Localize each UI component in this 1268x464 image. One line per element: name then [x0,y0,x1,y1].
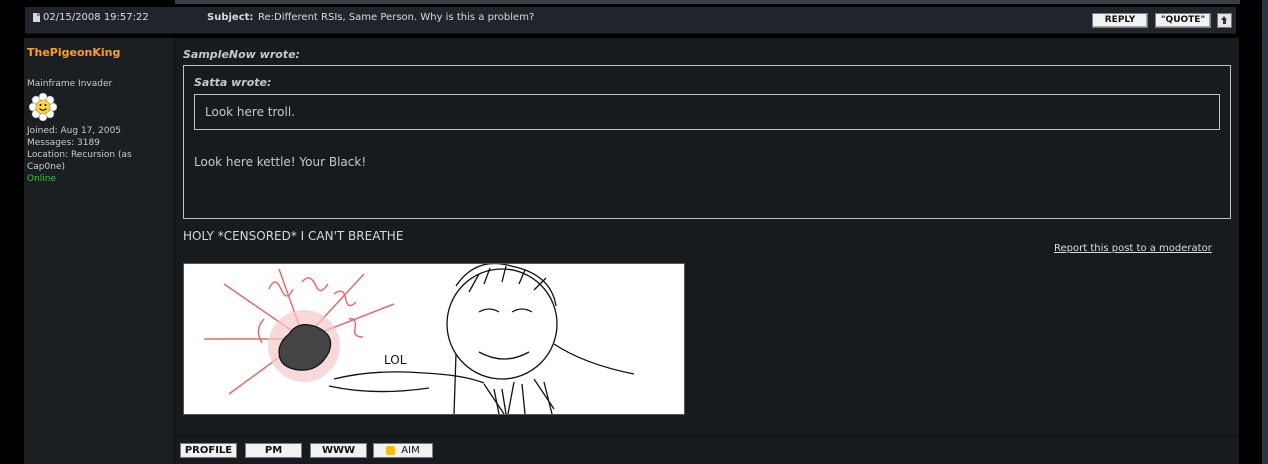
quote-button[interactable]: "QUOTE" [1155,13,1211,28]
post-content: SampleNow wrote: Satta wrote: Look here … [175,38,1239,435]
outer-quote-author: SampleNow wrote: [183,48,300,61]
aim-running-man-icon [386,445,396,455]
online-status: Online [27,174,57,184]
avatar [28,92,58,122]
inner-quote-text: Look here troll. [205,105,295,119]
outer-quote-text: Look here kettle! Your Black! [194,155,367,169]
author-sidebar: ThePigeonKing Mainframe Invader Joined: … [24,38,174,464]
post-image: LOL [183,262,685,415]
aim-label: AIM [401,445,420,456]
top-strip [175,0,1240,4]
image-caption-lol: LOL [384,353,407,367]
window-left-frame [0,0,22,464]
reply-button[interactable]: REPLY [1092,13,1148,28]
author-stats: Joined: Aug 17, 2005 Messages: 3189 Loca… [27,125,132,185]
profile-button[interactable]: PROFILE [180,443,237,458]
author-location-cont: Cap0ne) [27,162,65,172]
inner-quote-author: Satta wrote: [194,76,272,89]
inner-quote: Look here troll. [194,94,1220,130]
post-body: HOLY *CENSORED* I CAN'T BREATHE [183,229,404,243]
author-messages: Messages: 3189 [27,138,100,148]
www-button[interactable]: WWW [310,443,367,458]
report-post-link[interactable]: Report this post to a moderator [1054,243,1212,254]
outer-quote: Satta wrote: Look here troll. Look here … [183,65,1231,219]
pm-button[interactable]: PM [245,443,302,458]
post-date: 02/15/2008 19:57:22 [43,12,149,23]
author-rank: Mainframe Invader [27,79,113,89]
subject-label: Subject: [207,12,254,23]
scrollbar[interactable] [1262,0,1268,464]
post-icon [33,13,40,22]
post-header: 02/15/2008 19:57:22 Subject: Re:Differen… [25,7,1236,34]
author-joined: Joined: Aug 17, 2005 [27,126,122,136]
aim-button[interactable]: AIM [373,443,433,458]
back-to-top-icon[interactable] [1217,13,1232,28]
author-location: Location: Recursion (as [27,150,132,160]
post-footer: PROFILE PM WWW AIM [175,436,1239,464]
author-username[interactable]: ThePigeonKing [27,46,120,59]
subject-text: Re:Different RSIs, Same Person. Why is t… [258,12,535,23]
